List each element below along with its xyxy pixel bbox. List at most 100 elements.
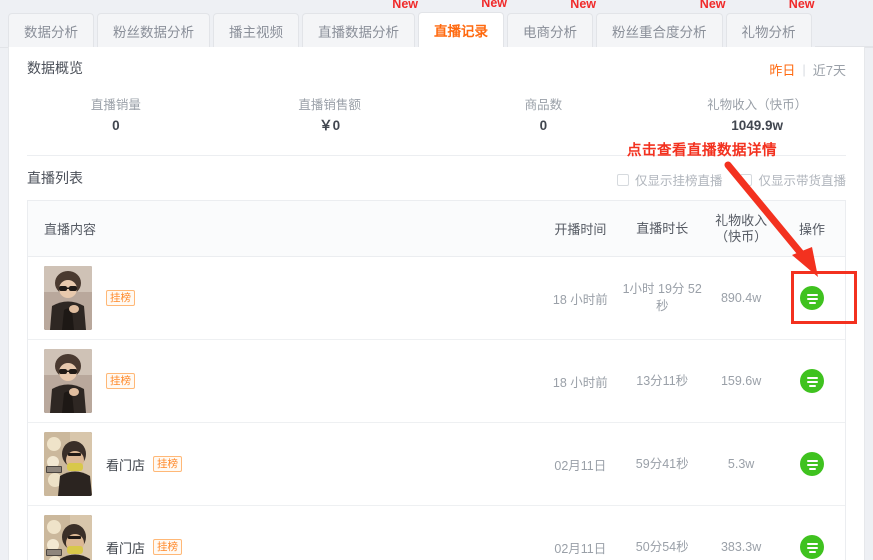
table-row[interactable]: 看门店 挂榜 02月11日 50分54秒 383.3w: [28, 506, 845, 560]
new-badge: New: [392, 0, 418, 11]
row-duration: 1小时 19分 52秒: [622, 282, 702, 313]
thumbnail-image: [44, 266, 92, 330]
row-gift-income: 159.6w: [720, 374, 762, 388]
list-icon[interactable]: [800, 535, 825, 559]
table-row[interactable]: 看门店 挂榜 02月11日 59分41秒 5.3w: [28, 423, 845, 506]
row-badge: 挂榜: [153, 456, 183, 472]
new-badge: New: [481, 0, 507, 10]
tab-live-data-analysis[interactable]: New 直播数据分析: [302, 0, 418, 47]
row-gift-income: 890.4w: [720, 291, 762, 305]
stat-label: 商品数: [524, 98, 563, 112]
column-header-gift-income: 礼物收入 （快币）: [703, 213, 779, 245]
tab-live-records[interactable]: New 直播记录: [418, 0, 507, 47]
row-start-time: 18 小时前: [552, 375, 608, 390]
thumbnail-image: [44, 432, 92, 496]
tab-label: 播主视频: [229, 24, 283, 40]
new-badge: New: [788, 0, 815, 11]
stat-label: 直播销量: [90, 98, 141, 112]
tab-label: 粉丝重合度分析: [612, 24, 707, 40]
overview-title: 数据概览: [27, 60, 83, 76]
tab-ecommerce-analysis[interactable]: New 电商分析: [507, 0, 596, 47]
live-list-filters: 仅显示挂榜直播 仅显示带货直播: [616, 170, 846, 189]
row-title: 看门店: [106, 540, 146, 556]
tab-label: 电商分析: [523, 24, 577, 40]
filter-only-commerce-live[interactable]: 仅显示带货直播: [740, 170, 846, 189]
row-title: 看门店: [106, 457, 146, 473]
row-action-cell: [779, 369, 845, 393]
thumbnail-image: [44, 349, 92, 413]
tab-host-videos[interactable]: 播主视频: [213, 13, 299, 47]
range-option-yesterday[interactable]: 昨日: [769, 60, 795, 79]
list-bars: [806, 375, 818, 387]
column-header-duration: 直播时长: [636, 221, 689, 236]
date-range-toggle: 昨日 | 近7天: [769, 60, 846, 79]
tab-gift-analysis[interactable]: New 礼物分析: [725, 0, 815, 47]
new-badge: New: [699, 0, 726, 11]
gift-header-line1: 礼物收入: [715, 212, 768, 228]
row-duration: 13分11秒: [636, 373, 689, 388]
annotation-highlight-box: [791, 271, 857, 324]
checkbox-icon[interactable]: [616, 173, 629, 186]
row-duration: 50分54秒: [635, 539, 689, 554]
list-icon[interactable]: [800, 452, 825, 476]
live-list-header: 直播列表 仅显示挂榜直播 仅显示带货直播: [9, 156, 864, 200]
tab-label: 粉丝数据分析: [113, 24, 194, 40]
list-bars: [806, 458, 818, 470]
row-duration: 59分41秒: [635, 456, 689, 471]
content-card: 数据概览 昨日 | 近7天 直播销量 0 直播销售额 ￥0 商品数 0 礼物收入…: [8, 47, 865, 560]
live-records-table: 直播内容 开播时间 直播时长 礼物收入 （快币） 操作 挂榜 18 小时前 1小…: [27, 200, 846, 560]
range-option-last7days[interactable]: 近7天: [813, 60, 846, 79]
live-thumbnail[interactable]: [44, 266, 92, 330]
live-thumbnail[interactable]: [44, 349, 92, 413]
list-bars: [806, 541, 818, 553]
thumbnail-image: [44, 515, 92, 560]
stat-value: ￥0: [319, 118, 341, 133]
stat-product-count: 商品数 0: [437, 95, 651, 137]
filter-label: 仅显示带货直播: [758, 174, 846, 188]
tab-fans-overlap-analysis[interactable]: New 粉丝重合度分析: [596, 0, 726, 47]
main-tabbar: 数据分析 粉丝数据分析 播主视频 New 直播数据分析 New 直播记录 New…: [0, 0, 873, 48]
row-action-cell: [779, 452, 845, 476]
column-header-start-time: 开播时间: [554, 222, 607, 237]
stat-value: 1049.9w: [731, 118, 784, 133]
column-header-content: 直播内容: [44, 222, 97, 237]
list-icon[interactable]: [800, 369, 825, 393]
row-badge: 挂榜: [153, 539, 183, 555]
tab-label: 数据分析: [24, 24, 78, 40]
row-badge: 挂榜: [106, 373, 135, 389]
filter-label: 仅显示挂榜直播: [634, 174, 723, 188]
stat-live-sales-amount: 直播销售额 ￥0: [223, 95, 437, 137]
table-row[interactable]: 挂榜 18 小时前 13分11秒 159.6w: [28, 340, 845, 423]
stat-value: 0: [112, 118, 120, 133]
row-content-cell: 挂榜: [28, 266, 539, 330]
filter-only-ranked-live[interactable]: 仅显示挂榜直播: [616, 170, 723, 189]
live-thumbnail[interactable]: [44, 432, 92, 496]
tab-fans-data-analysis[interactable]: 粉丝数据分析: [97, 13, 210, 47]
row-start-time: 18 小时前: [552, 292, 608, 307]
table-row[interactable]: 挂榜 18 小时前 1小时 19分 52秒 890.4w: [28, 257, 845, 340]
tab-label: 直播记录: [434, 24, 488, 39]
app-root: 数据分析 粉丝数据分析 播主视频 New 直播数据分析 New 直播记录 New…: [0, 0, 873, 560]
stat-label: 直播销售额: [298, 98, 361, 112]
gift-header-line2: （快币）: [715, 228, 768, 244]
tab-label: 直播数据分析: [318, 24, 399, 40]
stat-value: 0: [539, 118, 548, 133]
table-header-row: 直播内容 开播时间 直播时长 礼物收入 （快币） 操作: [28, 201, 845, 257]
row-content-cell: 看门店 挂榜: [28, 515, 539, 560]
row-content-cell: 挂榜: [28, 349, 539, 413]
row-action-cell: [779, 535, 845, 559]
row-gift-income: 5.3w: [727, 457, 755, 471]
range-separator: |: [802, 62, 806, 77]
checkbox-icon[interactable]: [740, 173, 753, 186]
new-badge: New: [570, 0, 596, 11]
overview-header: 数据概览 昨日 | 近7天: [9, 47, 864, 89]
live-list-title: 直播列表: [27, 170, 83, 186]
annotation-text: 点击查看直播数据详情: [627, 143, 777, 159]
tab-data-analysis[interactable]: 数据分析: [8, 13, 94, 47]
tab-label: 礼物分析: [741, 24, 796, 40]
stat-gift-income: 礼物收入（快币） 1049.9w: [650, 95, 864, 137]
live-thumbnail[interactable]: [44, 515, 92, 560]
column-header-action: 操作: [799, 222, 826, 237]
row-gift-income: 383.3w: [720, 540, 762, 554]
row-content-cell: 看门店 挂榜: [28, 432, 539, 496]
